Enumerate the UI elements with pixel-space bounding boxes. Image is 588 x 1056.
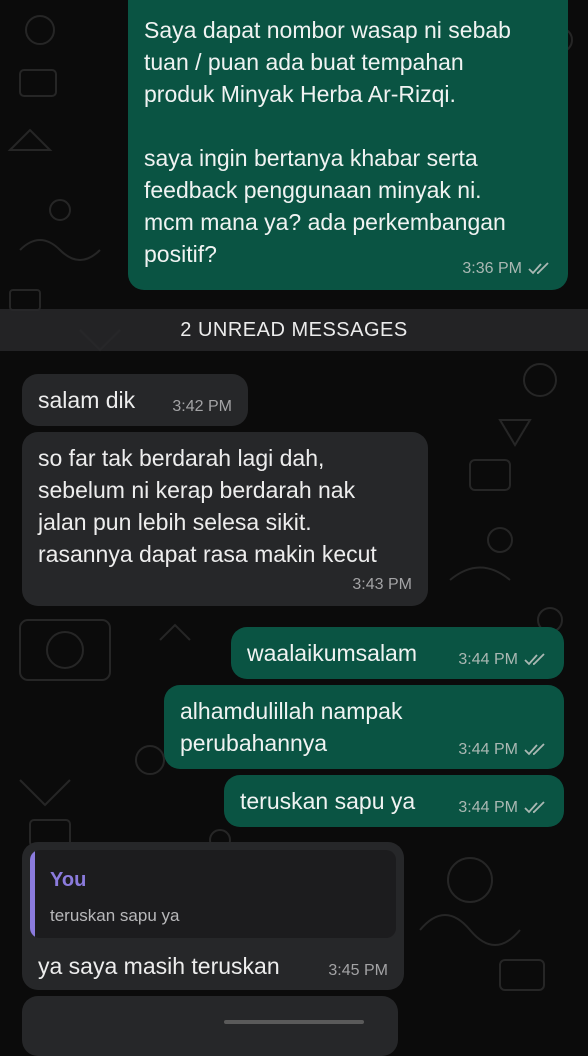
message-line: sebelum ni kerap berdarah nak — [38, 477, 356, 503]
message-time: 3:44 PM — [458, 651, 518, 668]
message-bubble-incoming[interactable]: so far tak berdarah lagi dah, sebelum ni… — [22, 432, 428, 606]
message-time: 3:44 PM — [458, 741, 518, 758]
message-list[interactable]: Saya dapat nombor wasap ni sebab tuan / … — [0, 0, 588, 1056]
message-meta: 3:42 PM — [172, 398, 232, 416]
double-check-read-icon — [524, 653, 545, 666]
message-bubble-incoming-reply[interactable]: You teruskan sapu ya ya saya masih terus… — [22, 842, 404, 990]
message-meta: 3:45 PM — [328, 962, 388, 980]
message-meta: 3:44 PM — [458, 651, 548, 669]
message-line: jalan pun lebih selesa sikit. — [38, 509, 312, 535]
message-meta: 3:44 PM — [458, 741, 548, 759]
message-bubble-incoming[interactable]: salam dik 3:42 PM — [22, 374, 248, 426]
message-time: 3:36 PM — [462, 260, 522, 277]
message-line: Saya dapat nombor wasap ni sebab — [144, 17, 511, 43]
message-line: alhamdulillah nampak — [180, 698, 403, 724]
double-check-read-icon — [528, 262, 549, 275]
message-line: mcm mana ya? ada perkembangan — [144, 209, 506, 235]
message-bubble-outgoing[interactable]: teruskan sapu ya 3:44 PM — [224, 775, 564, 827]
message-time: 3:44 PM — [458, 799, 518, 816]
message-line: saya ingin bertanya khabar serta — [144, 145, 478, 171]
unread-messages-label: 2 UNREAD MESSAGES — [180, 318, 408, 341]
quoted-text: teruskan sapu ya — [50, 906, 180, 925]
message-line: ya saya masih teruskan — [38, 953, 280, 979]
double-check-read-icon — [524, 743, 545, 756]
double-check-read-icon — [524, 801, 545, 814]
message-time: 3:45 PM — [328, 962, 388, 979]
message-line: tuan / puan ada buat tempahan — [144, 49, 464, 75]
message-bubble-outgoing[interactable]: waalaikumsalam 3:44 PM — [231, 627, 564, 679]
home-indicator[interactable] — [224, 1020, 364, 1024]
message-meta: 3:36 PM — [462, 260, 552, 278]
message-bubble-incoming-partial[interactable] — [22, 996, 398, 1056]
message-time: 3:43 PM — [352, 576, 412, 593]
quoted-author: You — [50, 869, 87, 891]
message-time: 3:42 PM — [172, 398, 232, 415]
message-line: rasannya dapat rasa makin kecut — [38, 541, 377, 567]
message-bubble-outgoing[interactable]: Saya dapat nombor wasap ni sebab tuan / … — [128, 0, 568, 290]
message-meta: 3:43 PM — [352, 576, 412, 594]
message-line: so far tak berdarah lagi dah, — [38, 445, 325, 471]
message-bubble-outgoing[interactable]: alhamdulillah nampak perubahannya 3:44 P… — [164, 685, 564, 769]
message-line — [144, 110, 552, 142]
message-line: feedback penggunaan minyak ni. — [144, 177, 482, 203]
message-line: produk Minyak Herba Ar-Rizqi. — [144, 81, 456, 107]
unread-messages-divider: 2 UNREAD MESSAGES — [0, 309, 588, 351]
quoted-message[interactable]: You teruskan sapu ya — [30, 850, 396, 938]
quote-accent-bar — [30, 850, 35, 938]
message-meta: 3:44 PM — [458, 799, 548, 817]
